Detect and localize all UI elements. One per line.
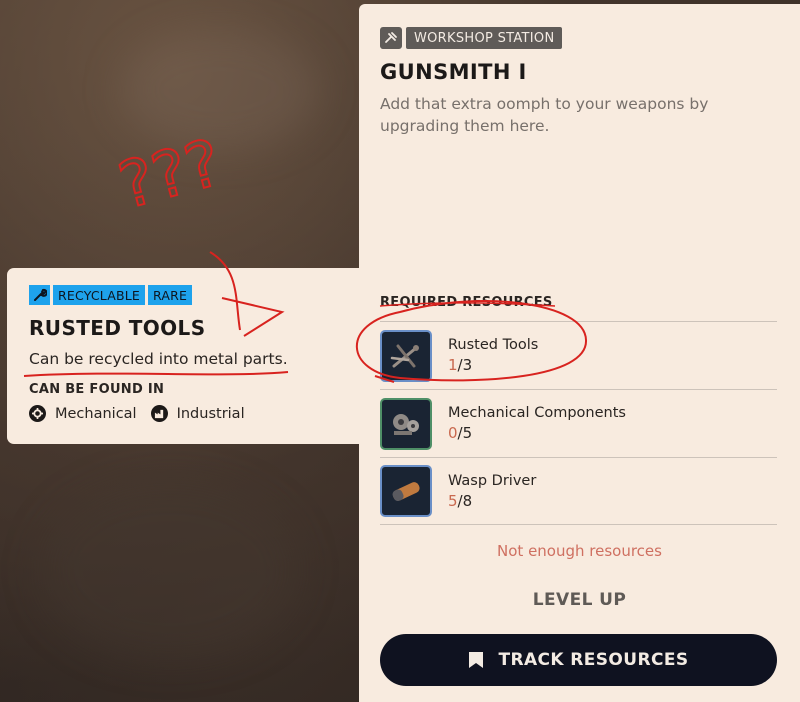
wasp-driver-icon: [380, 465, 432, 517]
level-up-button[interactable]: LEVEL UP: [359, 590, 800, 610]
background-blur: [40, 480, 300, 660]
resource-count: 1/3: [448, 356, 473, 374]
background-blur: [120, 30, 320, 150]
resource-count: 0/5: [448, 424, 473, 442]
resource-row[interactable]: Wasp Driver 5/8: [380, 457, 777, 525]
resource-row[interactable]: Rusted Tools 1/3: [380, 321, 777, 389]
resource-row[interactable]: Mechanical Components 0/5: [380, 389, 777, 457]
item-tags: RECYCLABLE RARE: [29, 285, 195, 305]
item-description: Can be recycled into metal parts.: [29, 350, 288, 368]
resource-name: Mechanical Components: [448, 405, 626, 421]
required-resources-title: REQUIRED RESOURCES: [380, 295, 553, 310]
gear-icon: [29, 405, 46, 422]
tag-recyclable: RECYCLABLE: [53, 285, 146, 305]
location-label: Industrial: [176, 405, 245, 422]
location-industrial: Industrial: [150, 405, 245, 422]
item-title: RUSTED TOOLS: [29, 316, 206, 340]
location-label: Mechanical: [55, 405, 137, 422]
workshop-panel: WORKSHOP STATION GUNSMITH I Add that ext…: [359, 4, 800, 702]
found-in-title: CAN BE FOUND IN: [29, 382, 165, 397]
resource-count: 5/8: [448, 491, 473, 510]
workshop-icon: [380, 27, 402, 49]
tag-rare: RARE: [148, 285, 193, 305]
not-enough-resources-warning: Not enough resources: [497, 542, 662, 560]
rusted-tools-icon: [380, 329, 432, 382]
wrench-icon: [29, 285, 50, 305]
location-list: Mechanical Industrial: [29, 405, 259, 422]
item-tooltip: RECYCLABLE RARE RUSTED TOOLS Can be recy…: [7, 268, 366, 444]
resource-list: Rusted Tools 1/3 Mechanical Components 0…: [380, 321, 777, 525]
mechanical-components-icon: [380, 397, 432, 450]
station-tag: WORKSHOP STATION: [380, 27, 563, 49]
factory-icon: [150, 405, 168, 422]
bookmark-icon: [469, 652, 484, 668]
track-resources-button[interactable]: TRACK RESOURCES: [380, 634, 777, 686]
station-label: WORKSHOP STATION: [406, 27, 563, 49]
panel-title: GUNSMITH I: [380, 60, 527, 84]
panel-description: Add that extra oomph to your weapons by …: [380, 95, 709, 135]
track-resources-label: TRACK RESOURCES: [498, 650, 689, 670]
resource-name: Wasp Driver: [448, 472, 537, 489]
resource-name: Rusted Tools: [448, 337, 539, 353]
location-mechanical: Mechanical: [29, 405, 137, 422]
